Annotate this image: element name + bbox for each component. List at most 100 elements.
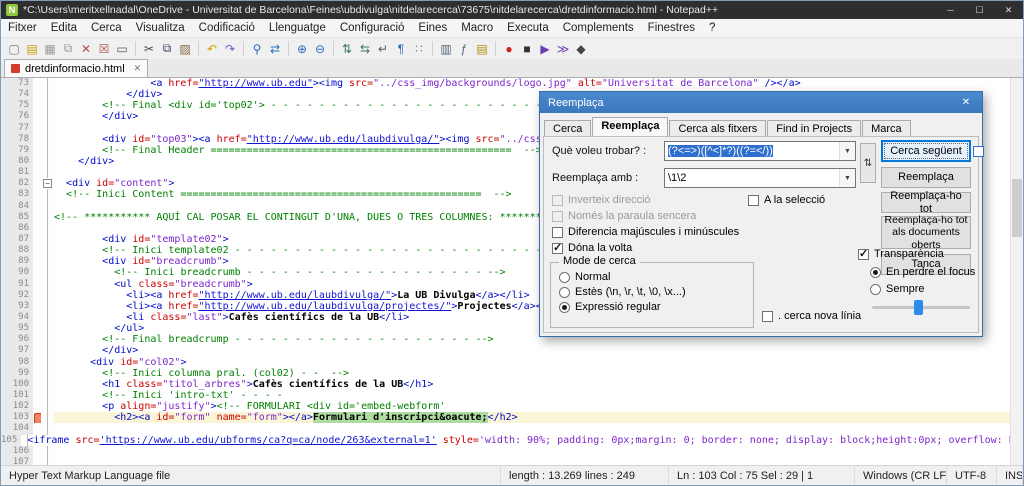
dialog-tab-cerca[interactable]: Cerca <box>544 120 591 137</box>
checkbox-icon <box>762 311 773 322</box>
menu-item-edita[interactable]: Edita <box>44 22 84 34</box>
two-button-mode-checkbox[interactable] <box>973 146 984 157</box>
in-selection-checkbox[interactable]: A la selecció <box>748 194 825 206</box>
maximize-button[interactable]: ☐ <box>965 1 994 19</box>
play-macro-icon[interactable]: ▶ <box>536 40 554 57</box>
dialog-close-icon[interactable]: ✕ <box>950 92 982 113</box>
scrollbar-thumb[interactable] <box>1012 179 1022 237</box>
find-next-button[interactable]: Cerca següent <box>881 140 971 162</box>
code-line-73[interactable]: 73 <a href="http://www.ub.edu"><img src=… <box>1 78 1023 89</box>
replace-with-combo[interactable]: \1\2 ▼ <box>664 168 856 188</box>
save-all-icon[interactable]: ⧉ <box>59 40 77 57</box>
dialog-tab-marca[interactable]: Marca <box>862 120 911 137</box>
code-line-98[interactable]: 98 <div id="col02"> <box>1 357 1023 368</box>
find-icon[interactable]: ⚲ <box>248 40 266 57</box>
code-line-97[interactable]: 97 </div> <box>1 345 1023 356</box>
replace-all-button[interactable]: Reemplaça-ho tot <box>881 192 971 213</box>
menu-item-macro[interactable]: Macro <box>454 22 500 34</box>
copy-icon[interactable]: ⧉ <box>158 40 176 57</box>
menu-item-fitxer[interactable]: Fitxer <box>1 22 44 34</box>
transparency-slider[interactable] <box>872 306 970 309</box>
search-mode-extended-radio[interactable]: Estès (\n, \r, \t, \0, \x...) <box>559 286 753 298</box>
undo-icon[interactable]: ↶ <box>203 40 221 57</box>
document-map-icon[interactable]: ▥ <box>437 40 455 57</box>
chevron-down-icon[interactable]: ▼ <box>839 169 855 187</box>
menu-item-?[interactable]: ? <box>702 22 722 34</box>
status-insert-mode[interactable]: INS <box>997 466 1023 485</box>
code-line-102[interactable]: 102 <p align="justify"><!-- FORMULARI <d… <box>1 401 1023 412</box>
record-macro-icon[interactable]: ● <box>500 40 518 57</box>
tab-dretdinformacio[interactable]: dretdinformacio.html ✕ <box>4 59 148 77</box>
menu-item-eines[interactable]: Eines <box>411 22 454 34</box>
code-line-100[interactable]: 100 <h1 class="titol_arbres">Cafès cient… <box>1 379 1023 390</box>
dialog-title-bar[interactable]: Reemplaça ✕ <box>540 92 982 113</box>
paste-icon[interactable]: ▨ <box>176 40 194 57</box>
vertical-scrollbar[interactable] <box>1010 78 1023 465</box>
menu-item-configuraci[interactable]: Configuració <box>333 22 412 34</box>
code-line-101[interactable]: 101 <!-- Inici 'intro-txt' - - - - <box>1 390 1023 401</box>
code-line-103[interactable]: 103 <h2><a id="form" name="form"></a>For… <box>1 412 1023 423</box>
sync-vertical-icon[interactable]: ⇅ <box>338 40 356 57</box>
menu-item-finestres[interactable]: Finestres <box>641 22 702 34</box>
open-folder-icon[interactable]: ▤ <box>23 40 41 57</box>
run-macro-multiple-icon[interactable]: ≫ <box>554 40 572 57</box>
close-button[interactable]: ✕ <box>994 1 1023 19</box>
sync-horizontal-icon[interactable]: ⇆ <box>356 40 374 57</box>
function-list-icon[interactable]: ƒ <box>455 40 473 57</box>
dot-matches-newline-checkbox[interactable]: . cerca nova línia <box>762 310 861 322</box>
menu-item-executa[interactable]: Executa <box>500 22 556 34</box>
stop-macro-icon[interactable]: ■ <box>518 40 536 57</box>
status-eol-format[interactable]: Windows (CR LF) <box>855 466 947 485</box>
search-mode-normal-radio[interactable]: Normal <box>559 271 753 283</box>
dialog-tab-cerca-als-fitxers[interactable]: Cerca als fitxers <box>669 120 766 137</box>
menu-item-visualitza[interactable]: Visualitza <box>129 22 192 34</box>
menu-item-codificaci[interactable]: Codificació <box>192 22 262 34</box>
code-line-107[interactable]: 107 <box>1 457 1023 465</box>
word-wrap-icon[interactable]: ↵ <box>374 40 392 57</box>
swap-find-replace-button[interactable]: ⇅ <box>860 143 876 183</box>
code-line-99[interactable]: 99 <!-- Inici columna pral. (col02) - - … <box>1 368 1023 379</box>
cut-icon[interactable]: ✂ <box>140 40 158 57</box>
tab-close-icon[interactable]: ✕ <box>134 63 142 74</box>
menu-item-llenguatge[interactable]: Llenguatge <box>262 22 333 34</box>
close-file-icon[interactable]: ✕ <box>77 40 95 57</box>
wrap-around-checkbox[interactable]: Dóna la volta <box>552 242 632 254</box>
find-what-combo[interactable]: (?<=>)([^<]*?)((?=</)) ▼ <box>664 141 856 161</box>
change-margin <box>33 78 41 89</box>
show-all-chars-icon[interactable]: ¶ <box>392 40 410 57</box>
status-encoding[interactable]: UTF-8 <box>947 466 997 485</box>
zoom-in-icon[interactable]: ⊕ <box>293 40 311 57</box>
menu-item-cerca[interactable]: Cerca <box>84 22 129 34</box>
close-all-icon[interactable]: ☒ <box>95 40 113 57</box>
minimize-button[interactable]: ─ <box>936 1 965 19</box>
transparency-on-focus-loss-radio[interactable]: En perdre el focus <box>870 266 975 278</box>
print-icon[interactable]: ▭ <box>113 40 131 57</box>
code-token: "top03" <box>150 134 192 145</box>
fold-margin[interactable]: − <box>41 178 54 189</box>
zoom-out-icon[interactable]: ⊖ <box>311 40 329 57</box>
match-case-checkbox[interactable]: Diferencia majúscules i minúscules <box>552 226 739 238</box>
dialog-tab-find-in-projects[interactable]: Find in Projects <box>767 120 861 137</box>
folder-workspace-icon[interactable]: ▤ <box>473 40 491 57</box>
code-line-104[interactable]: 104 <box>1 423 1023 434</box>
code-line-106[interactable]: 106 <box>1 446 1023 457</box>
replace-icon[interactable]: ⇄ <box>266 40 284 57</box>
dialog-tab-reempla-a[interactable]: Reemplaça <box>592 117 668 137</box>
chevron-down-icon[interactable]: ▼ <box>839 142 855 160</box>
transparency-always-radio[interactable]: Sempre <box>870 283 925 295</box>
fold-collapse-icon[interactable]: − <box>43 179 52 188</box>
new-file-icon[interactable]: ▢ <box>5 40 23 57</box>
code-token <box>54 134 102 145</box>
slider-thumb[interactable] <box>914 300 923 315</box>
redo-icon[interactable]: ↷ <box>221 40 239 57</box>
indent-guide-icon[interactable]: ∷ <box>410 40 428 57</box>
replace-all-open-docs-button[interactable]: Reemplaça-ho tot als documents oberts <box>881 216 971 249</box>
menu-item-complements[interactable]: Complements <box>556 22 641 34</box>
code-token: align= <box>120 401 156 412</box>
transparency-checkbox[interactable]: Transparència <box>858 248 944 260</box>
save-macro-icon[interactable]: ◆ <box>572 40 590 57</box>
search-mode-regex-radio[interactable]: Expressió regular <box>559 301 753 313</box>
save-icon[interactable]: ▦ <box>41 40 59 57</box>
code-line-105[interactable]: 105 <iframe src='https://www.ub.edu/ubfo… <box>1 435 1023 446</box>
replace-button[interactable]: Reemplaça <box>881 167 971 188</box>
